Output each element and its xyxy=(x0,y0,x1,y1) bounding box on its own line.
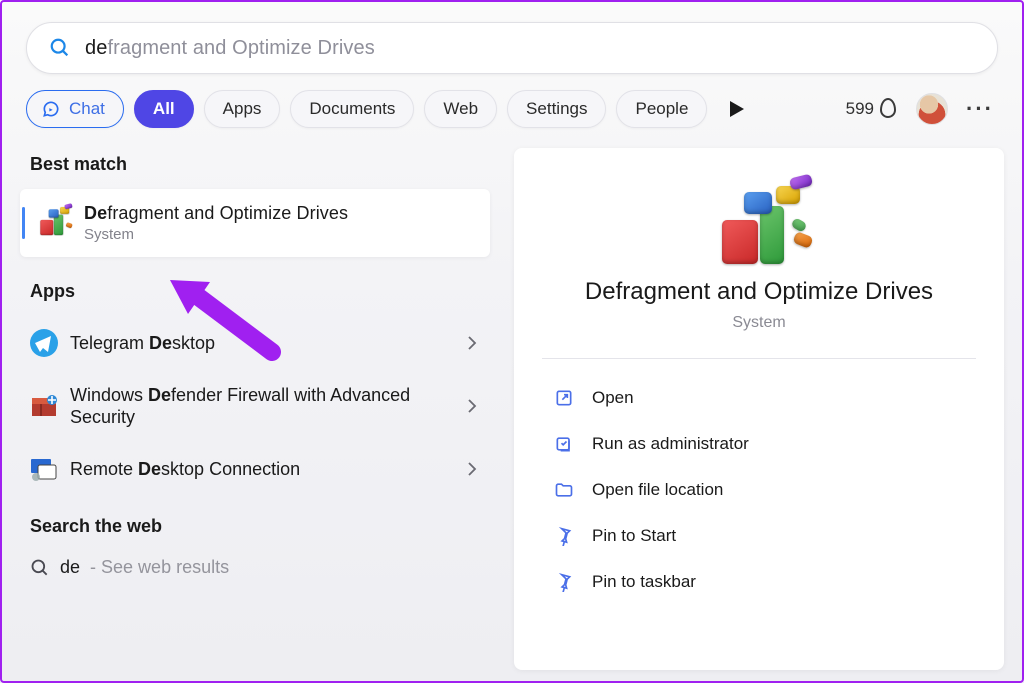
defrag-large-icon xyxy=(716,188,802,260)
details-pane: Defragment and Optimize Drives System Op… xyxy=(514,148,1004,670)
scope-documents[interactable]: Documents xyxy=(290,90,414,128)
telegram-icon xyxy=(30,329,58,357)
chevron-right-icon xyxy=(464,335,480,351)
details-subtitle: System xyxy=(732,314,785,332)
app-result-telegram[interactable]: Telegram Desktop xyxy=(20,316,490,370)
bing-icon xyxy=(41,99,61,119)
results-container: Best match Defragment and Optimize Drive… xyxy=(2,140,1022,670)
search-input[interactable]: defragment and Optimize Drives xyxy=(26,22,998,74)
action-open-location[interactable]: Open file location xyxy=(542,467,976,513)
best-match-subtitle: System xyxy=(84,226,348,243)
details-divider xyxy=(542,358,976,359)
scope-chat[interactable]: Chat xyxy=(26,90,124,128)
results-left: Best match Defragment and Optimize Drive… xyxy=(20,148,490,670)
overflow-menu-icon[interactable]: ··· xyxy=(962,96,998,122)
scope-settings[interactable]: Settings xyxy=(507,90,606,128)
web-search-suggestion[interactable]: de - See web results xyxy=(20,551,490,578)
chevron-right-icon xyxy=(464,461,480,477)
pin-icon xyxy=(554,526,574,546)
app-result-defender[interactable]: Windows Defender Firewall with Advanced … xyxy=(20,370,490,442)
search-text: defragment and Optimize Drives xyxy=(85,37,975,60)
action-run-admin[interactable]: Run as administrator xyxy=(542,421,976,467)
scope-apps[interactable]: Apps xyxy=(204,90,281,128)
search-icon xyxy=(49,37,71,59)
action-pin-start[interactable]: Pin to Start xyxy=(542,513,976,559)
user-avatar[interactable] xyxy=(916,93,948,125)
open-icon xyxy=(554,388,574,408)
search-bar-container: defragment and Optimize Drives xyxy=(2,2,1022,90)
details-title: Defragment and Optimize Drives xyxy=(585,278,933,306)
action-open[interactable]: Open xyxy=(542,375,976,421)
best-match-title: Defragment and Optimize Drives xyxy=(84,203,348,224)
best-match-result[interactable]: Defragment and Optimize Drives System xyxy=(20,189,490,257)
search-icon xyxy=(30,558,50,578)
best-match-header: Best match xyxy=(20,148,490,189)
search-scope-bar: Chat All Apps Documents Web Settings Peo… xyxy=(2,90,1022,140)
play-icon xyxy=(730,101,744,117)
pin-icon xyxy=(554,572,574,592)
scope-people[interactable]: People xyxy=(616,90,707,128)
firewall-icon xyxy=(30,392,58,420)
app-result-rdp[interactable]: Remote Desktop Connection xyxy=(20,442,490,496)
rewards-points[interactable]: 599 xyxy=(846,99,896,119)
action-pin-taskbar[interactable]: Pin to taskbar xyxy=(542,559,976,605)
scope-all[interactable]: All xyxy=(134,90,194,128)
scope-web[interactable]: Web xyxy=(424,90,497,128)
shield-icon xyxy=(554,434,574,454)
rdp-icon xyxy=(30,455,58,483)
apps-header: Apps xyxy=(20,257,490,316)
defrag-app-icon xyxy=(38,207,70,239)
folder-icon xyxy=(554,480,574,500)
chevron-right-icon xyxy=(464,398,480,414)
search-web-header: Search the web xyxy=(20,496,490,551)
scope-more-icon[interactable] xyxy=(723,95,751,123)
scope-chat-label: Chat xyxy=(69,99,105,119)
medal-icon xyxy=(880,98,896,118)
